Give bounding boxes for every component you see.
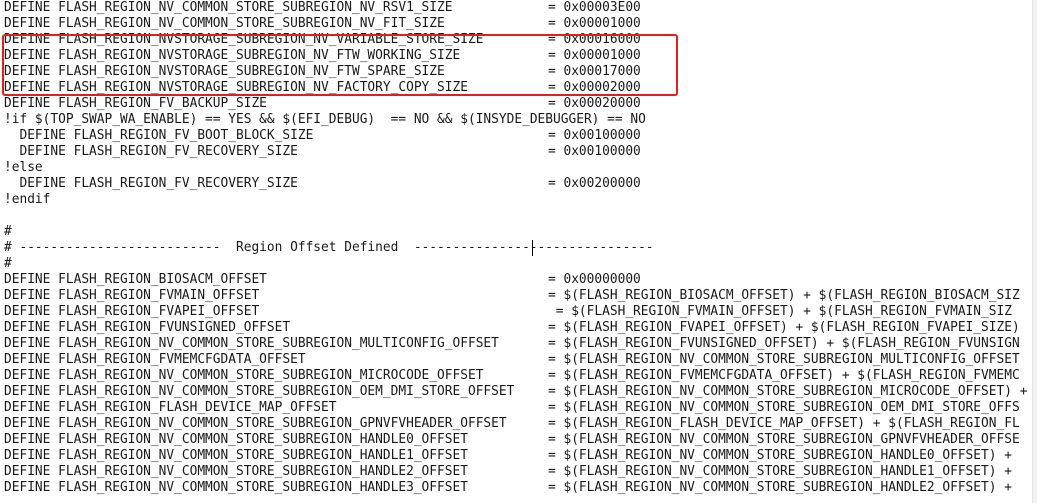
code-line-text: # -------------------------- Region Offs… xyxy=(4,240,654,255)
code-line[interactable]: DEFINE FLASH_REGION_NV_COMMON_STORE_SUBR… xyxy=(4,384,1037,400)
code-editor[interactable]: DEFINE FLASH_REGION_NV_COMMON_STORE_SUBR… xyxy=(0,0,1037,503)
code-line[interactable]: DEFINE FLASH_REGION_NVSTORAGE_SUBREGION_… xyxy=(4,80,1037,96)
code-line[interactable]: DEFINE FLASH_REGION_FV_BOOT_BLOCK_SIZE = … xyxy=(4,128,1037,144)
code-line-text: DEFINE FLASH_REGION_NVSTORAGE_SUBREGION_… xyxy=(4,48,461,63)
code-line[interactable]: DEFINE FLASH_REGION_FV_RECOVERY_SIZE = 0x… xyxy=(4,144,1037,160)
code-line-value: = 0x00200000 xyxy=(548,176,641,191)
code-line[interactable]: DEFINE FLASH_REGION_NV_COMMON_STORE_SUBR… xyxy=(4,336,1037,352)
code-line[interactable]: DEFINE FLASH_REGION_FV_RECOVERY_SIZE = 0x… xyxy=(4,176,1037,192)
code-line-value: = $(FLASH_REGION_NV_COMMON_STORE_SUBREGI… xyxy=(548,400,1020,415)
code-line-text: DEFINE FLASH_REGION_NVSTORAGE_SUBREGION_… xyxy=(4,32,484,47)
code-line[interactable]: !else xyxy=(4,160,1037,176)
code-line[interactable]: DEFINE FLASH_REGION_FVMEMCFGDATA_OFFSET =… xyxy=(4,352,1037,368)
code-line-value: = $(FLASH_REGION_NV_COMMON_STORE_SUBREGI… xyxy=(548,384,1028,399)
code-line-value: = $(FLASH_REGION_FVUNSIGNED_OFFSET) + $(… xyxy=(548,336,1020,351)
code-line-text: DEFINE FLASH_REGION_NV_COMMON_STORE_SUBR… xyxy=(4,0,453,15)
code-line-value: = 0x00001000 xyxy=(548,48,641,63)
code-line-value: = $(FLASH_REGION_NV_COMMON_STORE_SUBREGI… xyxy=(548,352,1020,367)
code-line-text: DEFINE FLASH_REGION_FVAPEI_OFFSET xyxy=(4,304,260,319)
code-line-text: # xyxy=(4,256,12,271)
code-line-value: = 0x00000000 xyxy=(548,272,641,287)
code-line-value: = 0x00100000 xyxy=(548,128,641,143)
code-line-text: DEFINE FLASH_REGION_NV_COMMON_STORE_SUBR… xyxy=(4,432,468,447)
code-line-value: = 0x00002000 xyxy=(548,80,641,95)
code-line[interactable]: DEFINE FLASH_REGION_NV_COMMON_STORE_SUBR… xyxy=(4,416,1037,432)
code-line-text: DEFINE FLASH_REGION_FV_BOOT_BLOCK_SIZE xyxy=(4,128,314,143)
code-line-value: = 0x00020000 xyxy=(548,96,641,111)
code-line[interactable]: DEFINE FLASH_REGION_NV_COMMON_STORE_SUBR… xyxy=(4,480,1037,496)
code-line-text: DEFINE FLASH_REGION_FLASH_DEVICE_MAP_OFF… xyxy=(4,400,337,415)
code-line-value: = $(FLASH_REGION_NV_COMMON_STORE_SUBREGI… xyxy=(548,464,1012,479)
code-line[interactable]: !if $(TOP_SWAP_WA_ENABLE) == YES && $(EF… xyxy=(4,112,1037,128)
code-line[interactable]: DEFINE FLASH_REGION_FVUNSIGNED_OFFSET = $… xyxy=(4,320,1037,336)
code-line-value: = 0x00003E00 xyxy=(548,0,641,15)
code-line-text: DEFINE FLASH_REGION_NV_COMMON_STORE_SUBR… xyxy=(4,464,468,479)
code-line-value: = $(FLASH_REGION_FVMEMCFGDATA_OFFSET) + … xyxy=(548,368,1020,383)
code-line-value: = 0x00100000 xyxy=(548,144,641,159)
code-line-value: = $(FLASH_REGION_NV_COMMON_STORE_SUBREGI… xyxy=(548,432,1020,447)
code-line-text: DEFINE FLASH_REGION_FV_RECOVERY_SIZE xyxy=(4,144,298,159)
code-line-text: DEFINE FLASH_REGION_NV_COMMON_STORE_SUBR… xyxy=(4,16,445,31)
code-line[interactable]: DEFINE FLASH_REGION_NV_COMMON_STORE_SUBR… xyxy=(4,368,1037,384)
code-line-value: = $(FLASH_REGION_BIOSACM_OFFSET) + $(FLA… xyxy=(548,288,1020,303)
code-line-text: DEFINE FLASH_REGION_FV_RECOVERY_SIZE xyxy=(4,176,298,191)
code-line[interactable] xyxy=(4,208,1037,224)
code-line-text: DEFINE FLASH_REGION_NV_COMMON_STORE_SUBR… xyxy=(4,480,468,495)
code-line-text: !endif xyxy=(4,192,51,207)
code-line[interactable]: # xyxy=(4,224,1037,240)
code-line-text: DEFINE FLASH_REGION_NV_COMMON_STORE_SUBR… xyxy=(4,384,515,399)
code-line-value: = 0x00001000 xyxy=(548,16,641,31)
code-line-text: DEFINE FLASH_REGION_NVSTORAGE_SUBREGION_… xyxy=(4,64,445,79)
scrollbar[interactable] xyxy=(1032,0,1037,503)
code-line-text: DEFINE FLASH_REGION_NV_COMMON_STORE_SUBR… xyxy=(4,416,507,431)
code-line-value: = $(FLASH_REGION_FLASH_DEVICE_MAP_OFFSET… xyxy=(548,416,1020,431)
code-line[interactable]: DEFINE FLASH_REGION_NVSTORAGE_SUBREGION_… xyxy=(4,32,1037,48)
code-line-value: = $(FLASH_REGION_FVMAIN_OFFSET) + $(FLAS… xyxy=(548,304,1012,319)
code-line-text: DEFINE FLASH_REGION_NV_COMMON_STORE_SUBR… xyxy=(4,448,468,463)
code-line[interactable]: DEFINE FLASH_REGION_NVSTORAGE_SUBREGION_… xyxy=(4,64,1037,80)
code-line[interactable]: DEFINE FLASH_REGION_FV_BACKUP_SIZE = 0x00… xyxy=(4,96,1037,112)
code-line-text: # xyxy=(4,224,12,239)
code-line-text: DEFINE FLASH_REGION_NV_COMMON_STORE_SUBR… xyxy=(4,336,499,351)
code-line-value: = 0x00017000 xyxy=(548,64,641,79)
code-line[interactable]: DEFINE FLASH_REGION_BIOSACM_OFFSET = 0x00… xyxy=(4,272,1037,288)
code-line[interactable]: # -------------------------- Region Offs… xyxy=(4,240,1037,256)
code-line[interactable]: !endif xyxy=(4,192,1037,208)
code-line-text: DEFINE FLASH_REGION_FVMAIN_OFFSET xyxy=(4,288,260,303)
code-line[interactable]: DEFINE FLASH_REGION_NV_COMMON_STORE_SUBR… xyxy=(4,16,1037,32)
code-line[interactable]: DEFINE FLASH_REGION_FVMAIN_OFFSET = $(FLA… xyxy=(4,288,1037,304)
code-line-value: = $(FLASH_REGION_NV_COMMON_STORE_SUBREGI… xyxy=(548,480,1012,495)
code-line-text: DEFINE FLASH_REGION_NVSTORAGE_SUBREGION_… xyxy=(4,80,468,95)
code-line-text: DEFINE FLASH_REGION_NV_COMMON_STORE_SUBR… xyxy=(4,368,484,383)
code-line-text: DEFINE FLASH_REGION_FVMEMCFGDATA_OFFSET xyxy=(4,352,306,367)
code-line[interactable]: DEFINE FLASH_REGION_NVSTORAGE_SUBREGION_… xyxy=(4,48,1037,64)
code-line-value: = $(FLASH_REGION_NV_COMMON_STORE_SUBREGI… xyxy=(548,448,1012,463)
code-line-text: DEFINE FLASH_REGION_FVUNSIGNED_OFFSET xyxy=(4,320,291,335)
code-line-text: !if $(TOP_SWAP_WA_ENABLE) == YES && $(EF… xyxy=(4,112,646,127)
code-line[interactable]: DEFINE FLASH_REGION_FVAPEI_OFFSET = $(FL… xyxy=(4,304,1037,320)
code-line-text: DEFINE FLASH_REGION_BIOSACM_OFFSET xyxy=(4,272,267,287)
code-line[interactable]: DEFINE FLASH_REGION_NV_COMMON_STORE_SUBR… xyxy=(4,432,1037,448)
code-line-text: DEFINE FLASH_REGION_FV_BACKUP_SIZE xyxy=(4,96,267,111)
code-line[interactable]: DEFINE FLASH_REGION_NV_COMMON_STORE_SUBR… xyxy=(4,0,1037,16)
text-cursor xyxy=(532,240,533,256)
code-line-text: !else xyxy=(4,160,43,175)
code-line[interactable]: DEFINE FLASH_REGION_NV_COMMON_STORE_SUBR… xyxy=(4,464,1037,480)
code-line-value: = 0x00016000 xyxy=(548,32,641,47)
code-line[interactable]: DEFINE FLASH_REGION_FLASH_DEVICE_MAP_OFF… xyxy=(4,400,1037,416)
code-line[interactable]: # xyxy=(4,256,1037,272)
code-line-value: = $(FLASH_REGION_FVAPEI_OFFSET) + $(FLAS… xyxy=(548,320,1020,335)
code-line[interactable]: DEFINE FLASH_REGION_NV_COMMON_STORE_SUBR… xyxy=(4,448,1037,464)
